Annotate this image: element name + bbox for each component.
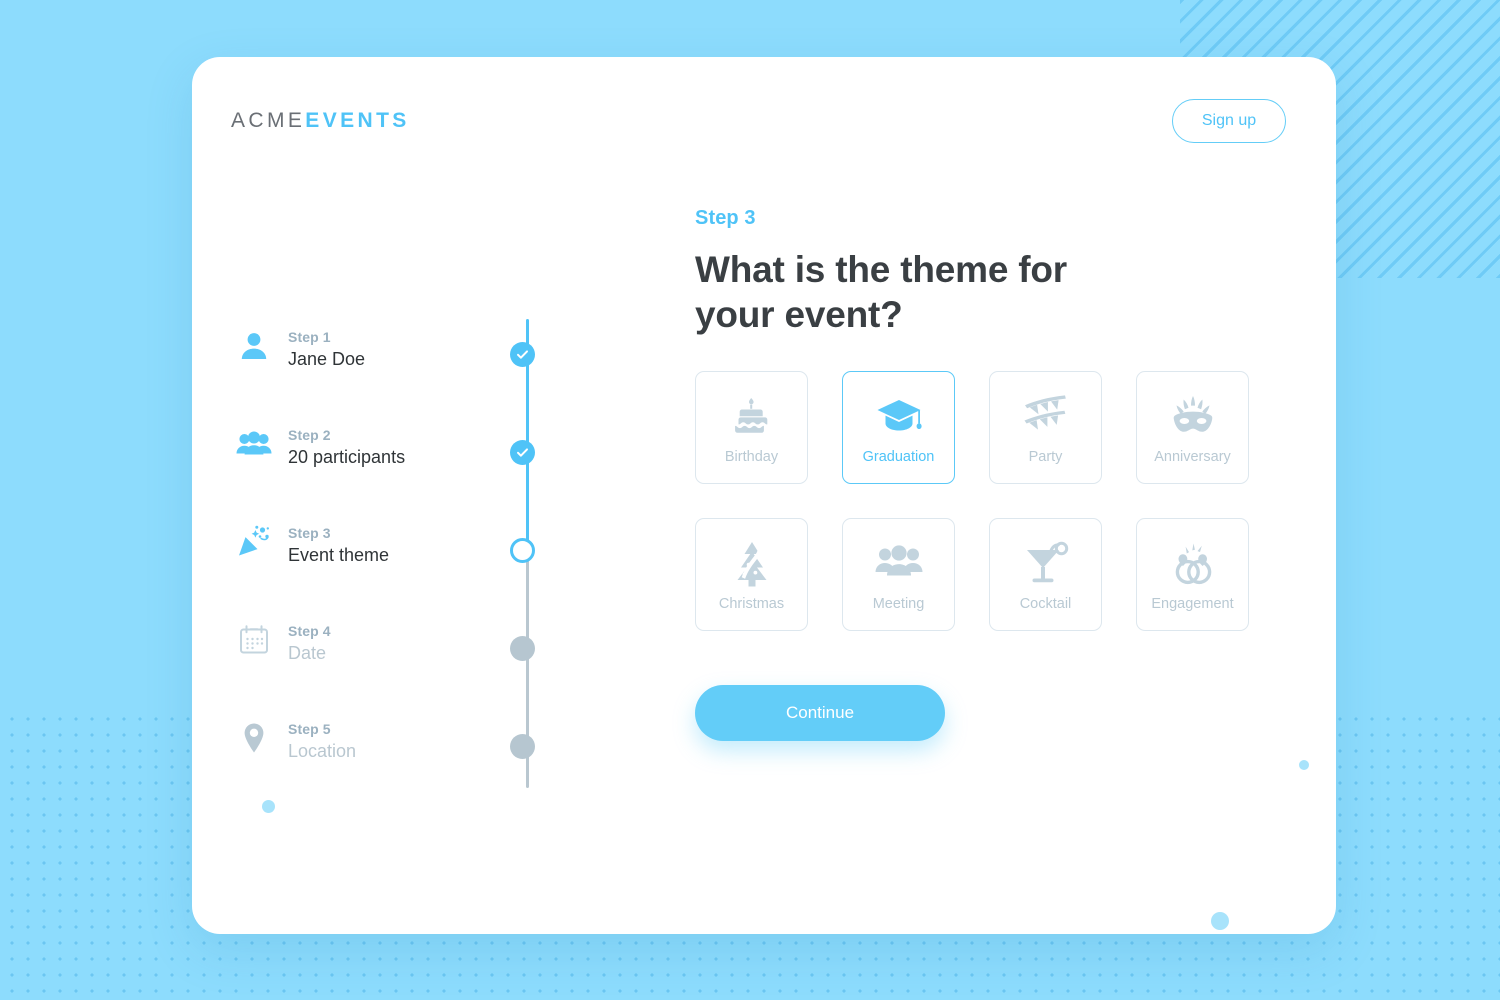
theme-card-meeting[interactable]: Meeting	[842, 518, 955, 632]
carnival-mask-icon	[1169, 392, 1217, 442]
sign-up-button[interactable]: Sign up	[1172, 99, 1286, 143]
sidebar-step-4[interactable]: Step 4 Date	[232, 618, 702, 666]
theme-label-party: Party	[1028, 448, 1063, 465]
decorative-dot	[1299, 760, 1309, 770]
people-icon	[232, 422, 276, 466]
engagement-rings-icon	[1169, 539, 1217, 589]
theme-label-birthday: Birthday	[724, 448, 779, 465]
theme-label-christmas: Christmas	[718, 595, 785, 612]
sidebar-step-4-kicker: Step 4	[288, 623, 331, 639]
app-card: ACMEEVENTS Sign up Step 1 Jane Doe Step …	[192, 57, 1336, 934]
theme-card-cocktail[interactable]: Cocktail	[989, 518, 1102, 632]
brand-logo-accent: EVENTS	[305, 109, 410, 132]
sidebar-step-2-text: Step 2 20 participants	[288, 422, 468, 470]
timeline-node-step-1-check-icon	[510, 342, 535, 367]
theme-label-anniversary: Anniversary	[1154, 448, 1231, 465]
graduation-cap-icon	[875, 392, 923, 442]
cocktail-glass-icon	[1022, 539, 1070, 589]
sidebar-step-5[interactable]: Step 5 Location	[232, 716, 702, 764]
brand-logo-primary: ACME	[231, 109, 306, 132]
theme-label-graduation: Graduation	[862, 448, 935, 465]
sidebar-step-1[interactable]: Step 1 Jane Doe	[232, 324, 702, 372]
sidebar-step-3-text: Step 3 Event theme	[288, 520, 468, 568]
sidebar-step-4-title: Date	[288, 643, 327, 664]
theme-label-meeting: Meeting	[872, 595, 925, 612]
theme-card-graduation[interactable]: Graduation	[842, 371, 955, 485]
theme-card-anniversary[interactable]: Anniversary	[1136, 371, 1249, 485]
party-popper-icon	[232, 520, 276, 564]
continue-button[interactable]: Continue	[695, 685, 945, 742]
sidebar-step-3[interactable]: Step 3 Event theme	[232, 520, 702, 568]
decorative-dot	[262, 800, 275, 813]
sidebar-step-3-title: Event theme	[288, 545, 390, 566]
page-root: ACMEEVENTS Sign up Step 1 Jane Doe Step …	[0, 0, 1500, 1000]
theme-card-engagement[interactable]: Engagement	[1136, 518, 1249, 632]
map-pin-icon	[232, 716, 276, 760]
progress-stepper: Step 1 Jane Doe Step 2 20 participants S…	[232, 257, 702, 788]
card-header: ACMEEVENTS Sign up	[192, 57, 1336, 177]
people-group-icon	[874, 539, 924, 589]
main-panel: Step 3 What is the theme for your event?…	[695, 207, 1295, 742]
person-icon	[232, 324, 276, 368]
theme-card-birthday[interactable]: Birthday	[695, 371, 808, 485]
theme-label-engagement: Engagement	[1151, 595, 1234, 612]
sidebar-step-2-kicker: Step 2	[288, 427, 331, 443]
calendar-icon	[232, 618, 276, 662]
sidebar-step-1-kicker: Step 1	[288, 329, 331, 345]
sidebar-step-2-title: 20 participants	[288, 447, 406, 468]
brand-logo: ACMEEVENTS	[231, 109, 410, 133]
theme-card-party[interactable]: Party	[989, 371, 1102, 485]
sidebar-step-1-text: Step 1 Jane Doe	[288, 324, 468, 372]
sidebar-step-5-kicker: Step 5	[288, 721, 331, 737]
page-title: What is the theme for your event?	[695, 249, 1067, 336]
sidebar-step-2[interactable]: Step 2 20 participants	[232, 422, 702, 470]
birthday-cake-icon	[729, 392, 775, 442]
timeline-node-step-3	[510, 538, 535, 563]
theme-label-cocktail: Cocktail	[1019, 595, 1072, 612]
decorative-dot	[1211, 912, 1229, 930]
sidebar-step-3-kicker: Step 3	[288, 525, 331, 541]
sidebar-step-1-title: Jane Doe	[288, 349, 366, 370]
sidebar-step-5-title: Location	[288, 741, 357, 762]
step-label: Step 3	[695, 207, 756, 229]
sidebar-step-4-text: Step 4 Date	[288, 618, 468, 666]
sidebar-step-5-text: Step 5 Location	[288, 716, 468, 764]
timeline-node-step-2-check-icon	[510, 440, 535, 465]
timeline-node-step-5	[510, 734, 535, 759]
bunting-flags-icon	[1021, 392, 1071, 442]
timeline-node-step-4	[510, 636, 535, 661]
theme-options-grid: Birthday Graduation Party Anniversary Ch…	[695, 371, 1295, 632]
christmas-tree-icon	[729, 539, 775, 589]
theme-card-christmas[interactable]: Christmas	[695, 518, 808, 632]
